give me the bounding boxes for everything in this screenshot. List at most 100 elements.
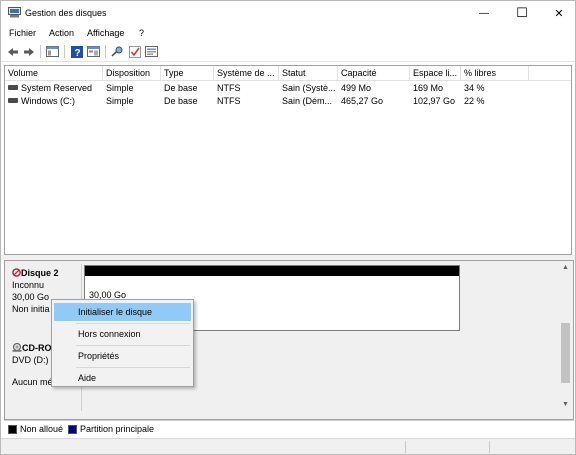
filesystem-cell: NTFS bbox=[217, 96, 241, 106]
disposition-cell: Simple bbox=[106, 83, 134, 93]
scroll-up-arrow-icon[interactable]: ▲ bbox=[559, 261, 572, 274]
menu-fichier[interactable]: Fichier bbox=[9, 28, 36, 38]
menu-separator bbox=[76, 323, 190, 324]
volume-name: System Reserved bbox=[21, 83, 93, 93]
toolbar-separator bbox=[64, 45, 65, 58]
close-button[interactable]: ✕ bbox=[541, 1, 576, 25]
toolbar-separator bbox=[40, 45, 41, 58]
menu-item-offline[interactable]: Hors connexion bbox=[54, 325, 191, 343]
column-header-disposition[interactable]: Disposition bbox=[103, 66, 161, 81]
unallocated-swatch bbox=[8, 425, 17, 434]
status-separator bbox=[405, 441, 406, 453]
volume-cell: Windows (C:) bbox=[8, 95, 103, 108]
help-button[interactable]: ? bbox=[69, 44, 84, 59]
forward-button[interactable] bbox=[21, 44, 36, 59]
menu-bar: Fichier Action Affichage ? bbox=[1, 25, 575, 41]
type-cell: De base bbox=[164, 83, 198, 93]
cdrom-name: CD-RO bbox=[22, 343, 52, 353]
toolbar-separator bbox=[105, 45, 106, 58]
menu-action[interactable]: Action bbox=[49, 28, 74, 38]
menu-separator bbox=[76, 345, 190, 346]
volume-list: Volume Disposition Type Système de ... S… bbox=[4, 65, 572, 255]
back-button[interactable] bbox=[5, 44, 20, 59]
column-header-filler bbox=[529, 66, 571, 81]
disk-management-window: Gestion des disques — ☐ ✕ Fichier Action… bbox=[0, 0, 576, 455]
check-button[interactable] bbox=[127, 44, 142, 59]
column-header-free-space[interactable]: Espace li... bbox=[410, 66, 461, 81]
menu-separator bbox=[76, 367, 190, 368]
column-header-percent-free[interactable]: % libres bbox=[461, 66, 529, 81]
title-bar: Gestion des disques — ☐ ✕ bbox=[1, 1, 575, 25]
column-header-capacity[interactable]: Capacité bbox=[338, 66, 410, 81]
disk-not-initialized-icon bbox=[12, 268, 21, 277]
filesystem-cell: NTFS bbox=[217, 83, 241, 93]
column-header-filesystem[interactable]: Système de ... bbox=[214, 66, 279, 81]
console-tree-icon bbox=[46, 46, 59, 57]
forward-arrow-icon bbox=[23, 47, 34, 56]
table-row[interactable]: System Reserved Simple De base NTFS Sain… bbox=[5, 82, 571, 95]
scroll-thumb[interactable] bbox=[561, 323, 570, 383]
volume-name: Windows (C:) bbox=[21, 96, 76, 106]
close-icon: ✕ bbox=[554, 7, 564, 20]
column-header-volume[interactable]: Volume bbox=[5, 66, 103, 81]
console-tree-button[interactable] bbox=[45, 44, 60, 59]
cdrom-title: CD-RO bbox=[12, 343, 52, 353]
disposition-cell: Simple bbox=[106, 96, 134, 106]
maximize-icon: ☐ bbox=[516, 5, 528, 20]
cdrom-drive: DVD (D:) bbox=[12, 355, 49, 365]
properties-button[interactable] bbox=[86, 44, 101, 59]
capacity-cell: 499 Mo bbox=[341, 83, 372, 93]
percent-free-cell: 22 % bbox=[464, 96, 485, 106]
toolbar: ? bbox=[1, 41, 575, 62]
free-space-cell: 169 Mo bbox=[413, 83, 444, 93]
help-icon: ? bbox=[70, 45, 83, 58]
disk-2-title: Disque 2 bbox=[12, 268, 59, 278]
scroll-down-arrow-icon[interactable]: ▼ bbox=[559, 398, 572, 411]
window-title: Gestion des disques bbox=[25, 8, 107, 18]
connect-button[interactable] bbox=[110, 44, 125, 59]
menu-affichage[interactable]: Affichage bbox=[87, 28, 124, 38]
cdrom-media: Aucun mé bbox=[12, 377, 53, 387]
free-space-cell: 102,97 Go bbox=[413, 96, 456, 106]
disk-management-app-icon bbox=[8, 7, 21, 18]
volume-cell: System Reserved bbox=[8, 82, 103, 95]
legend-primary-partition: Partition principale bbox=[80, 424, 155, 434]
unallocated-bar bbox=[85, 266, 459, 276]
capacity-cell: 465,27 Go bbox=[341, 96, 384, 106]
disk-2-size: 30,00 Go bbox=[12, 292, 50, 302]
legend: Non alloué Partition principale bbox=[4, 420, 574, 436]
options-button[interactable] bbox=[144, 44, 159, 59]
context-menu: Initialiser le disque Hors connexion Pro… bbox=[51, 299, 194, 387]
options-icon bbox=[145, 46, 158, 57]
svg-text:?: ? bbox=[74, 48, 80, 58]
disk-2-name: Disque 2 bbox=[21, 268, 59, 278]
checkmark-icon bbox=[128, 45, 141, 58]
status-cell: Sain (Systè... bbox=[282, 83, 336, 93]
table-row[interactable]: Windows (C:) Simple De base NTFS Sain (D… bbox=[5, 95, 571, 108]
primary-partition-swatch bbox=[68, 425, 77, 434]
menu-item-initialize-disk[interactable]: Initialiser le disque bbox=[54, 303, 191, 321]
percent-free-cell: 34 % bbox=[464, 83, 485, 93]
minimize-button[interactable]: — bbox=[466, 1, 502, 25]
status-separator bbox=[489, 441, 490, 453]
back-arrow-icon bbox=[7, 47, 18, 56]
column-header-type[interactable]: Type bbox=[161, 66, 214, 81]
properties-icon bbox=[87, 46, 100, 57]
menu-help[interactable]: ? bbox=[139, 28, 144, 38]
disk-2-status: Non initia bbox=[12, 304, 50, 314]
menu-item-help[interactable]: Aide bbox=[54, 369, 191, 387]
column-header-status[interactable]: Statut bbox=[279, 66, 338, 81]
disk-map-scrollbar[interactable]: ▲ ▼ bbox=[559, 261, 572, 411]
maximize-button[interactable]: ☐ bbox=[504, 1, 540, 25]
minimize-icon: — bbox=[479, 7, 489, 19]
cd-drive-icon bbox=[12, 343, 22, 352]
menu-item-properties[interactable]: Propriétés bbox=[54, 347, 191, 365]
legend-unallocated: Non alloué bbox=[20, 424, 64, 434]
volume-icon bbox=[8, 85, 18, 91]
type-cell: De base bbox=[164, 96, 198, 106]
connect-icon bbox=[111, 46, 123, 57]
disk-2-type: Inconnu bbox=[12, 280, 45, 290]
volume-icon bbox=[8, 98, 18, 104]
status-bar bbox=[1, 438, 575, 454]
status-cell: Sain (Dém... bbox=[282, 96, 333, 106]
